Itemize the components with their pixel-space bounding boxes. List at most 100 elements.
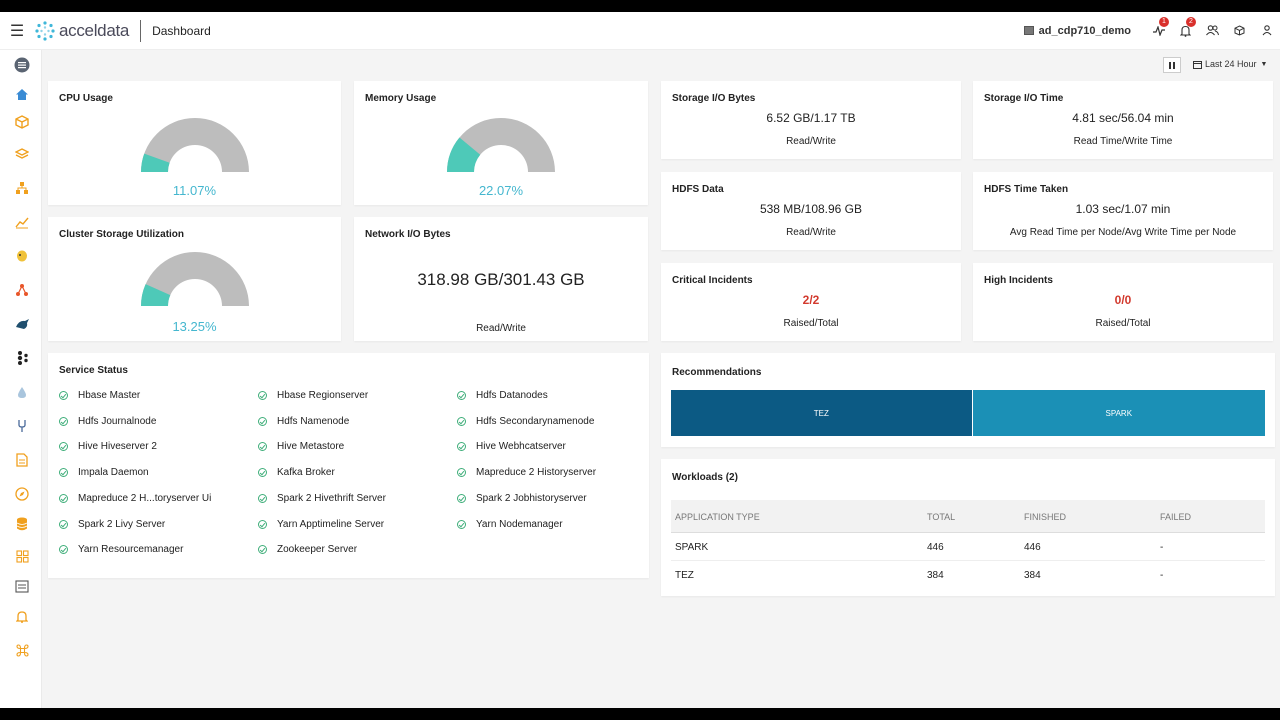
service-name: Spark 2 Hivethrift Server — [277, 492, 386, 504]
card-title: CPU Usage — [59, 93, 113, 104]
list-icon[interactable] — [14, 57, 30, 73]
hive-icon[interactable] — [14, 316, 30, 332]
column-header[interactable]: APPLICATION TYPE — [675, 512, 760, 522]
service-item[interactable]: Hdfs Datanodes — [457, 390, 548, 401]
service-name: Zookeeper Server — [277, 544, 358, 556]
pause-icon — [1169, 61, 1171, 69]
column-header[interactable]: FAILED — [1160, 512, 1191, 522]
hdfs-data-card: HDFS Data 538 MB/108.96 GB Read/Write — [661, 172, 961, 250]
critical-incidents-card[interactable]: Critical Incidents 2/2 Raised/Total — [661, 263, 961, 341]
cluster-storage-value: 13.25% — [172, 319, 217, 334]
chart-icon[interactable] — [14, 214, 30, 230]
check-circle-icon — [457, 519, 466, 529]
high-incidents-label: Raised/Total — [1095, 318, 1151, 329]
alerts-badge: 1 — [1159, 16, 1169, 27]
storage-io-bytes-card: Storage I/O Bytes 6.52 GB/1.17 TB Read/W… — [661, 81, 961, 159]
service-item[interactable]: Yarn Nodemanager — [457, 519, 563, 530]
home-icon[interactable] — [14, 86, 30, 102]
header-actions: ad_cdp710_demo 1 2 — [1023, 12, 1280, 50]
service-item[interactable]: Kafka Broker — [258, 467, 335, 478]
storage-io-time-card: Storage I/O Time 4.81 sec/56.04 min Read… — [973, 81, 1273, 159]
service-name: Hive Metastore — [277, 441, 345, 453]
activity-icon — [1152, 25, 1165, 36]
service-item[interactable]: Zookeeper Server — [258, 544, 357, 555]
time-range-selector[interactable]: Last 24 Hour ▼ — [1193, 59, 1267, 69]
drop-icon[interactable] — [14, 384, 30, 400]
pause-button[interactable] — [1163, 57, 1181, 73]
service-name: Hive Webhcatserver — [476, 441, 566, 453]
high-incidents-card[interactable]: High Incidents 0/0 Raised/Total — [973, 263, 1273, 341]
service-item[interactable]: Yarn Resourcemanager — [59, 544, 183, 555]
profile-button[interactable] — [1253, 12, 1280, 50]
service-item[interactable]: Hbase Master — [59, 390, 140, 401]
service-item[interactable]: Hive Webhcatserver — [457, 441, 566, 452]
service-item[interactable]: Hdfs Namenode — [258, 416, 349, 427]
acceldata-logo[interactable]: acceldata — [34, 20, 129, 42]
hadoop-elephant-icon[interactable] — [14, 248, 30, 264]
workloads-card: Workloads (2) APPLICATION TYPE TOTAL FIN… — [661, 459, 1275, 596]
card-title: Memory Usage — [365, 93, 437, 104]
service-name: Yarn Resourcemanager — [78, 544, 184, 556]
service-item[interactable]: Spark 2 Hivethrift Server — [258, 493, 386, 504]
high-incidents-value: 0/0 — [1114, 293, 1132, 307]
recommendation-segment[interactable]: SPARK — [971, 390, 1265, 436]
database-icon[interactable] — [14, 516, 30, 532]
card-title: Storage I/O Time — [984, 93, 1064, 104]
service-item[interactable]: Spark 2 Livy Server — [59, 519, 165, 530]
notifications-badge: 2 — [1186, 16, 1196, 27]
modules-button[interactable] — [1226, 12, 1253, 50]
table-cell: 384 — [927, 570, 944, 581]
document-icon[interactable] — [14, 452, 30, 468]
check-circle-icon — [258, 416, 267, 426]
service-item[interactable]: Hbase Regionserver — [258, 390, 368, 401]
kafka-icon[interactable] — [14, 350, 30, 366]
recommendation-segment[interactable]: TEZ — [671, 390, 972, 436]
table-row[interactable]: SPARK 446 446 - — [671, 533, 1265, 561]
check-circle-icon — [59, 545, 68, 555]
sidebar — [0, 50, 42, 708]
service-name: Impala Daemon — [78, 467, 149, 479]
hierarchy-icon[interactable] — [14, 180, 30, 196]
table-row[interactable]: TEZ 384 384 - — [671, 561, 1265, 589]
storage-io-bytes-label: Read/Write — [786, 136, 836, 147]
command-icon[interactable] — [14, 642, 30, 658]
service-item[interactable]: Mapreduce 2 H...toryserver Ui — [59, 493, 211, 504]
service-item[interactable]: Impala Daemon — [59, 467, 149, 478]
column-header[interactable]: FINISHED — [1024, 512, 1066, 522]
alerts-button[interactable]: 1 — [1145, 12, 1172, 50]
service-item[interactable]: Hdfs Secondarynamenode — [457, 416, 594, 427]
service-item[interactable]: Hive Hiveserver 2 — [59, 441, 157, 452]
report-icon[interactable] — [14, 578, 30, 594]
service-item[interactable]: Hive Metastore — [258, 441, 344, 452]
table-cell: SPARK — [675, 542, 709, 553]
service-item[interactable]: Yarn Apptimeline Server — [258, 519, 384, 530]
layers-icon[interactable] — [14, 146, 30, 162]
bell-icon[interactable] — [14, 608, 30, 624]
service-item[interactable]: Spark 2 Jobhistoryserver — [457, 493, 587, 504]
grid-icon[interactable] — [14, 548, 30, 564]
service-item[interactable]: Hdfs Journalnode — [59, 416, 156, 427]
check-circle-icon — [59, 493, 68, 503]
workloads-table-header: APPLICATION TYPE TOTAL FINISHED FAILED — [671, 500, 1265, 533]
caret-down-icon: ▼ — [1260, 60, 1268, 68]
card-title: HDFS Data — [672, 184, 724, 195]
column-header[interactable]: TOTAL — [927, 512, 955, 522]
cluster-selector[interactable]: ad_cdp710_demo — [1023, 25, 1131, 37]
cube-icon[interactable] — [14, 114, 30, 130]
check-circle-icon — [258, 545, 267, 555]
compass-icon[interactable] — [14, 486, 30, 502]
service-name: Yarn Nodemanager — [476, 518, 563, 530]
check-circle-icon — [457, 391, 466, 400]
top-letterbox — [0, 0, 1280, 12]
pipeline-icon[interactable] — [14, 282, 30, 298]
notifications-button[interactable]: 2 — [1172, 12, 1199, 50]
check-circle-icon — [457, 493, 466, 503]
service-name: Mapreduce 2 H...toryserver Ui — [78, 492, 212, 504]
users-button[interactable] — [1199, 12, 1226, 50]
service-item[interactable]: Mapreduce 2 Historyserver — [457, 467, 596, 478]
card-title: Cluster Storage Utilization — [59, 229, 185, 240]
table-cell: 446 — [1024, 542, 1041, 553]
time-range-label: Last 24 Hour — [1205, 59, 1257, 69]
menu-icon[interactable]: ☰ — [0, 12, 34, 50]
tuning-fork-icon[interactable] — [14, 418, 30, 434]
